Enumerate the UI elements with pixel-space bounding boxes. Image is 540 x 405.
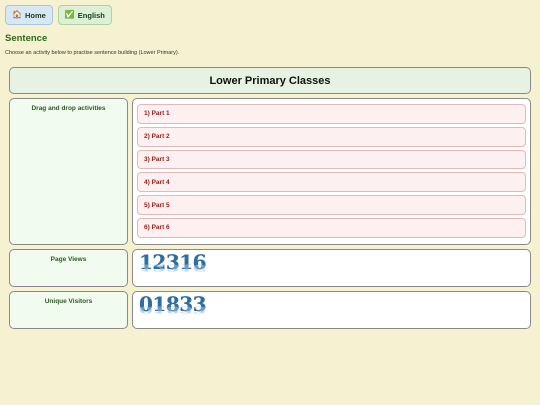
page-views-label-box: Page Views — [9, 249, 128, 287]
home-button-label: Home — [24, 10, 46, 20]
activities-label: Drag and drop activities — [31, 105, 106, 112]
unique-visitors-counter-box: 01833 01833 — [132, 291, 531, 329]
part-6-link[interactable]: 6) Part 6 — [137, 217, 526, 238]
page-views-counter-reflection: 12316 — [139, 262, 207, 273]
unique-visitors-label: Unique Visitors — [44, 298, 93, 305]
part-3-link[interactable]: 3) Part 3 — [137, 149, 526, 170]
activities-label-box: Drag and drop activities — [9, 98, 128, 245]
page-description: Choose an activity below to practise sen… — [5, 50, 180, 56]
part-2-link[interactable]: 2) Part 2 — [137, 126, 526, 147]
unique-visitors-counter-reflection: 01833 — [139, 304, 207, 315]
top-nav: 🏠 Home ✅ English — [5, 5, 112, 25]
page-title: Sentence — [5, 33, 48, 44]
checkmark-icon: ✅ — [64, 10, 75, 19]
section-header: Lower Primary Classes — [9, 67, 531, 94]
part-4-link[interactable]: 4) Part 4 — [137, 172, 526, 193]
english-button-label: English — [77, 10, 105, 20]
english-button[interactable]: ✅ English — [57, 5, 112, 25]
part-5-link[interactable]: 5) Part 5 — [137, 195, 526, 215]
activities-list: 1) Part 1 2) Part 2 3) Part 3 4) Part 4 … — [132, 98, 531, 245]
house-icon: 🏠 — [12, 10, 22, 19]
unique-visitors-label-box: Unique Visitors — [9, 291, 128, 329]
home-button[interactable]: 🏠 Home — [5, 5, 53, 25]
page-views-counter-box: 12316 12316 — [132, 249, 531, 287]
part-1-link[interactable]: 1) Part 1 — [137, 104, 526, 124]
page-views-label: Page Views — [50, 256, 87, 263]
